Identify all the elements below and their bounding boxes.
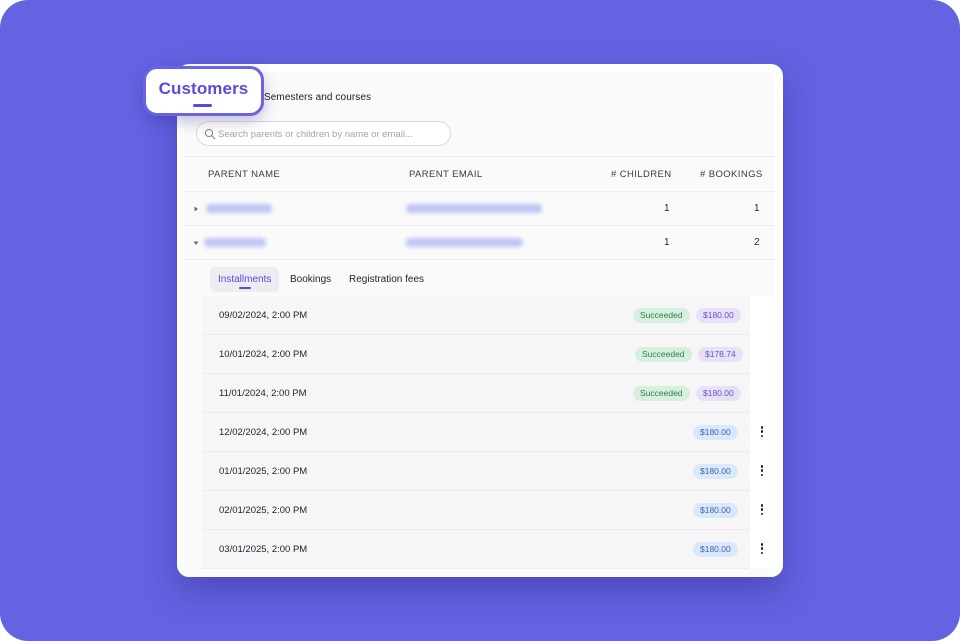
parent-name-redacted (204, 238, 266, 247)
row-menu-cell (750, 296, 774, 335)
status-badge: Succeeded (633, 308, 690, 323)
row-menu-cell (750, 452, 774, 491)
status-badge: Succeeded (633, 386, 690, 401)
parent-row[interactable]: 1 1 (184, 192, 775, 226)
kebab-menu-icon[interactable] (759, 504, 765, 518)
customers-panel: Semesters and courses PARENT NAME PARENT… (177, 64, 783, 577)
amount-badge: $180.00 (693, 464, 738, 479)
installment-date: 02/01/2025, 2:00 PM (219, 505, 308, 516)
installment-date: 01/01/2025, 2:00 PM (219, 466, 308, 477)
active-tab-indicator (238, 287, 251, 289)
table-header: PARENT NAME PARENT EMAIL # CHILDREN # BO… (184, 156, 775, 192)
bookings-count: 1 (754, 203, 760, 214)
caret-right-icon[interactable] (191, 204, 201, 214)
amount-badge: $180.00 (693, 425, 738, 440)
installment-date: 12/02/2024, 2:00 PM (219, 427, 308, 438)
parent-name-redacted (206, 204, 272, 213)
installment-row: 11/01/2024, 2:00 PM Succeeded $180.00 (202, 374, 774, 413)
parent-email-redacted (406, 204, 542, 213)
panel-content: Semesters and courses PARENT NAME PARENT… (184, 72, 775, 577)
tab-bookings[interactable]: Bookings (282, 267, 339, 292)
kebab-menu-icon[interactable] (759, 426, 765, 440)
search-icon (204, 128, 216, 140)
column-parent-email[interactable]: PARENT EMAIL (409, 169, 483, 180)
tab-customers[interactable]: Customers (143, 66, 264, 116)
column-bookings[interactable]: # BOOKINGS (700, 169, 763, 180)
active-tab-indicator (193, 104, 212, 107)
children-count: 1 (664, 237, 670, 248)
tab-installments[interactable]: Installments (210, 267, 280, 292)
kebab-menu-icon[interactable] (759, 465, 765, 479)
column-children[interactable]: # CHILDREN (611, 169, 672, 180)
installment-row: 02/01/2025, 2:00 PM $180.00 (202, 491, 774, 530)
installment-date: 11/01/2024, 2:00 PM (219, 388, 307, 399)
kebab-menu-icon[interactable] (759, 543, 765, 557)
children-count: 1 (664, 203, 670, 214)
tab-installments-label: Installments (218, 274, 272, 285)
row-menu-cell (750, 335, 774, 374)
installment-row: 01/01/2025, 2:00 PM $180.00 (202, 452, 774, 491)
installment-row: 10/01/2024, 2:00 PM Succeeded $178.74 (202, 335, 774, 374)
amount-badge: $180.00 (693, 542, 738, 557)
installment-row: 03/01/2025, 2:00 PM $180.00 (202, 530, 774, 569)
installment-date: 10/01/2024, 2:00 PM (219, 349, 308, 360)
installment-date: 03/01/2025, 2:00 PM (219, 544, 308, 555)
parent-row-expanded[interactable]: 1 2 (184, 226, 775, 260)
page-background: Semesters and courses PARENT NAME PARENT… (0, 0, 960, 641)
amount-badge: $180.00 (696, 308, 741, 323)
installment-row: 09/02/2024, 2:00 PM Succeeded $180.00 (202, 296, 774, 335)
status-badge: Succeeded (635, 347, 692, 362)
row-menu-cell (750, 530, 774, 569)
row-menu-cell (750, 374, 774, 413)
tab-registration-fees[interactable]: Registration fees (341, 267, 432, 292)
row-menu-cell (750, 491, 774, 530)
bookings-count: 2 (754, 237, 760, 248)
amount-badge: $178.74 (698, 347, 743, 362)
search-input[interactable] (218, 125, 443, 143)
amount-badge: $180.00 (696, 386, 741, 401)
installment-date: 09/02/2024, 2:00 PM (219, 310, 308, 321)
search-box[interactable] (196, 121, 451, 146)
column-parent-name[interactable]: PARENT NAME (208, 169, 280, 180)
tab-customers-label: Customers (158, 79, 249, 98)
installment-row: 12/02/2024, 2:00 PM $180.00 (202, 413, 774, 452)
parent-email-redacted (406, 238, 523, 247)
installments-list: 09/02/2024, 2:00 PM Succeeded $180.00 10… (202, 296, 774, 569)
amount-badge: $180.00 (693, 503, 738, 518)
caret-down-icon[interactable] (191, 238, 201, 248)
tab-semesters-and-courses[interactable]: Semesters and courses (264, 92, 371, 103)
row-menu-cell (750, 413, 774, 452)
